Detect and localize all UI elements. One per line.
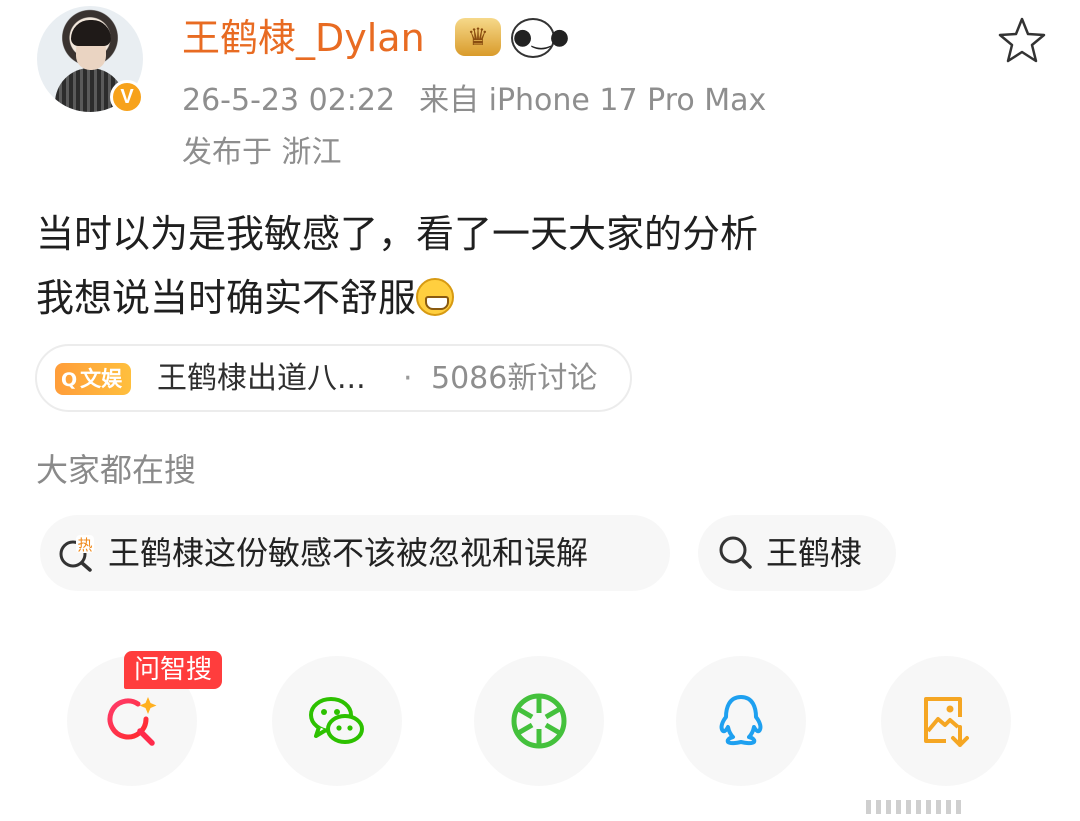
share-wechat-button[interactable] (272, 656, 402, 786)
search-chip-label: 王鹤棣 (766, 534, 863, 572)
svg-text:热: 热 (77, 536, 92, 554)
hot-search-icon: 热 (59, 535, 94, 572)
grin-emoji-icon (416, 278, 455, 316)
search-chip[interactable]: 王鹤棣 (698, 515, 896, 591)
share-moments-button[interactable] (474, 656, 604, 786)
topic-title: 王鹤棣出道八... (157, 361, 366, 396)
discussion-count: 5086新讨论 (431, 361, 598, 396)
entertainment-tag: Q 文娱 (55, 363, 132, 395)
post-line-1: 当时以为是我敏感了，看了一天大家的分析 (36, 212, 759, 256)
panda-badge-icon[interactable]: ●‿● (511, 18, 569, 58)
save-image-button[interactable] (881, 656, 1011, 786)
post-line-2: 我想说当时确实不舒服 (36, 276, 417, 320)
search-chip-label: 王鹤棣这份敏感不该被忽视和误解 (108, 534, 589, 572)
watermark-bars (866, 800, 961, 814)
qq-icon (719, 695, 763, 746)
verified-badge-icon: V (110, 80, 144, 114)
favorite-star-icon[interactable] (995, 14, 1049, 68)
crown-badge-icon[interactable]: ♛ (455, 18, 501, 56)
share-qq-button[interactable] (676, 656, 806, 786)
username[interactable]: 王鹤棣_Dylan (182, 14, 425, 62)
ai-search-icon (107, 697, 157, 746)
topic-separator: · (403, 361, 413, 396)
section-title-searching: 大家都在搜 (36, 451, 197, 489)
search-icon (719, 536, 752, 569)
search-icon: Q (61, 369, 78, 391)
moments-icon (511, 693, 567, 749)
post-text: 当时以为是我敏感了，看了一天大家的分析 我想说当时确实不舒服 (36, 202, 758, 330)
save-image-icon (924, 697, 969, 747)
ai-search-label: 问智搜 (124, 651, 223, 689)
post-timestamp: 26-5-23 02:22 (182, 83, 396, 118)
post-location: 发布于 浙江 (182, 135, 342, 170)
topic-pill[interactable]: Q 文娱 王鹤棣出道八... · 5086新讨论 (35, 344, 632, 412)
post-meta: 26-5-23 02:22 来自 iPhone 17 Pro Max (182, 80, 766, 122)
post-source: 来自 iPhone 17 Pro Max (419, 83, 767, 118)
search-chip-hot[interactable]: 热 王鹤棣这份敏感不该被忽视和误解 (40, 515, 670, 591)
wechat-icon (309, 697, 364, 744)
